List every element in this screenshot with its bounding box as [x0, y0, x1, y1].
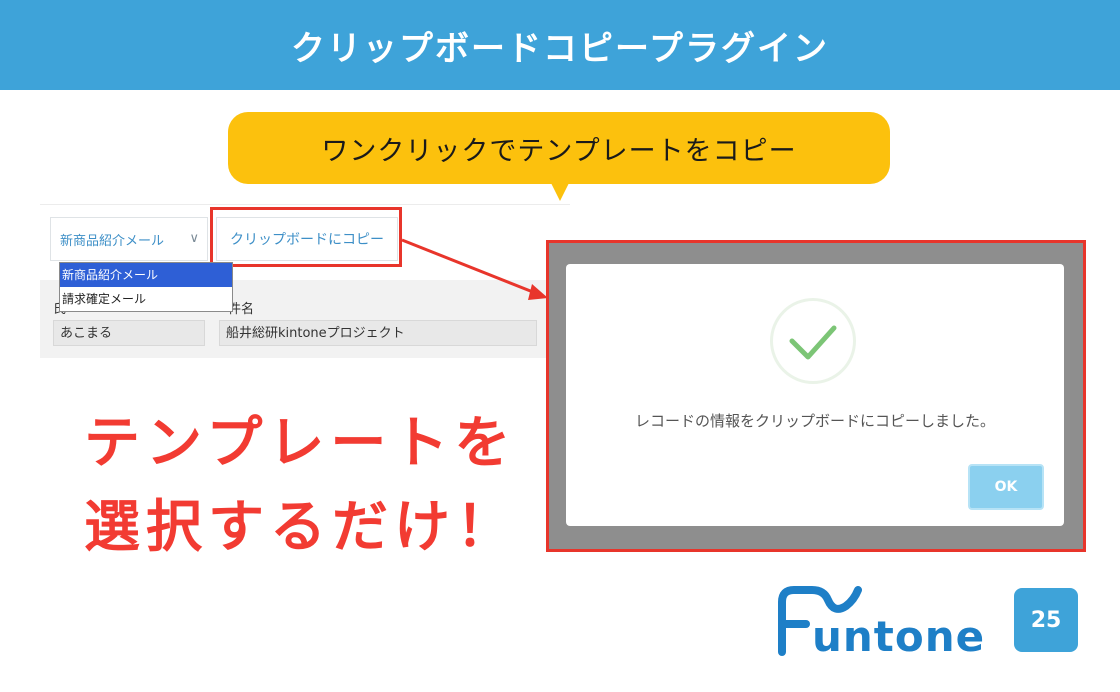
arrow-icon	[401, 238, 548, 300]
dialog-message: レコードの情報をクリップボードにコピーしました。	[634, 412, 995, 430]
ok-label: OK	[994, 479, 1018, 495]
logo-badge: 25	[1014, 588, 1078, 652]
check-icon	[789, 325, 837, 360]
logo-text: untone	[812, 612, 986, 661]
headline-line-1: テンプレートを	[84, 411, 517, 476]
headline-line-2: 選択するだけ！	[84, 495, 518, 560]
ok-button[interactable]: OK	[968, 464, 1044, 510]
